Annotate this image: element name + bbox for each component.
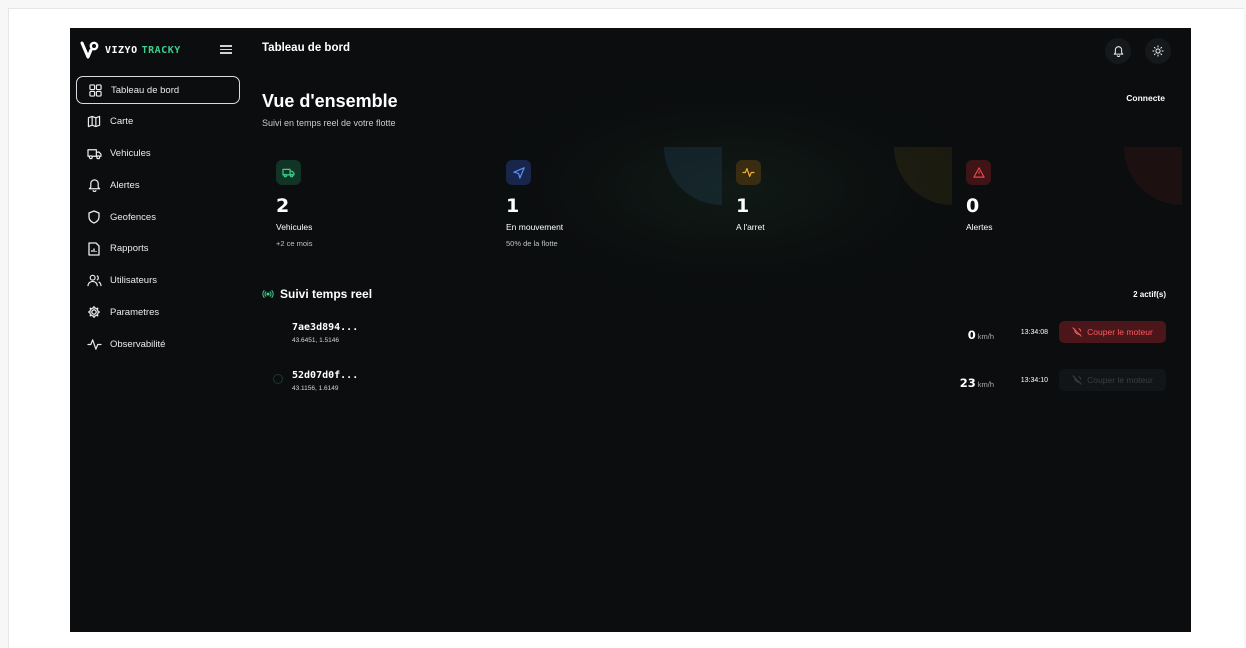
stat-value: 1 (506, 195, 520, 217)
stat-value: 0 (966, 195, 980, 217)
activity-icon (86, 336, 102, 352)
sidebar-item-label: Tableau de bord (111, 84, 180, 96)
stat-value: 1 (736, 195, 750, 217)
brand-accent: TRACKY (141, 44, 181, 56)
sidebar-item-tableau-de-bord[interactable]: Tableau de bord (76, 76, 240, 104)
activity-icon (736, 160, 761, 185)
page-title: Vue d'ensemble (262, 91, 398, 111)
sidebar-item-label: Carte (110, 116, 134, 128)
bell-icon (1113, 45, 1124, 57)
vehicle-row[interactable]: 52d07d0f... 43.1156, 1.6149 23 km/h 13:34… (266, 369, 1166, 405)
card-decoration (434, 147, 492, 205)
sidebar-item-label: Vehicules (110, 148, 151, 159)
connection-status: Connecte (1126, 93, 1165, 103)
stat-card-en-mouvement: 1 En mouvement 50% de la flotte (492, 147, 722, 257)
alert-triangle-icon (966, 160, 991, 185)
sidebar-nav: Tableau de bord Carte Vehicules Alertes (76, 76, 240, 362)
sidebar-item-label: Observabilité (110, 338, 166, 350)
speed-unit: km/h (977, 380, 994, 389)
report-icon (86, 241, 102, 257)
vehicle-coords: 43.6451, 1.5146 (292, 337, 339, 344)
sidebar: VIZYO TRACKY Tableau de bord Carte Vehic… (70, 28, 248, 632)
shield-icon (86, 209, 102, 225)
brand-logo[interactable]: VIZYO TRACKY (80, 38, 181, 62)
card-decoration (1124, 147, 1182, 205)
sidebar-item-observabilite[interactable]: Observabilité (76, 330, 240, 358)
tracking-section-title: Suivi temps reel (262, 287, 372, 301)
bell-icon (86, 177, 102, 193)
sidebar-item-geofences[interactable]: Geofences (76, 203, 240, 231)
logo-icon (80, 40, 100, 60)
sidebar-item-parametres[interactable]: Parametres (76, 298, 240, 326)
vehicle-row[interactable]: 7ae3d894... 43.6451, 1.5146 0 km/h 13:34:… (266, 321, 1166, 357)
cut-engine-button[interactable]: Couper le moteur (1059, 321, 1166, 343)
menu-toggle-icon[interactable] (220, 43, 232, 55)
engine-off-icon (1072, 327, 1082, 337)
vehicle-id: 7ae3d894... (292, 322, 359, 333)
vehicle-speed: 23 km/h (960, 374, 994, 392)
cut-engine-label: Couper le moteur (1087, 327, 1153, 337)
stat-sub: +2 ce mois (276, 239, 313, 248)
dashboard-icon (87, 82, 103, 98)
truck-icon (86, 146, 102, 162)
navigation-icon (506, 160, 531, 185)
vehicle-time: 13:34:10 (1020, 377, 1048, 384)
truck-icon (276, 160, 301, 185)
radio-signal-icon (262, 289, 274, 299)
card-decoration (664, 147, 722, 205)
vehicle-coords: 43.1156, 1.6149 (292, 385, 339, 392)
sidebar-item-rapports[interactable]: Rapports (76, 235, 240, 263)
vehicle-id: 52d07d0f... (292, 370, 359, 381)
gear-icon (86, 304, 102, 320)
speed-value: 23 (959, 376, 976, 390)
stat-card-a-larret: 1 A l'arret (722, 147, 952, 257)
sidebar-item-vehicules[interactable]: Vehicules (76, 140, 240, 168)
stat-label: Vehicules (276, 222, 313, 232)
speed-value: 0 (967, 328, 976, 342)
stat-value: 2 (276, 195, 290, 217)
stat-card-alertes: 0 Alertes (952, 147, 1182, 257)
active-count: 2 actif(s) (1133, 290, 1166, 299)
sidebar-item-carte[interactable]: Carte (76, 108, 240, 136)
sun-icon (1152, 45, 1164, 57)
stat-label: En mouvement (506, 222, 564, 232)
map-icon (86, 114, 102, 130)
section-title-text: Suivi temps reel (280, 287, 373, 301)
users-icon (86, 273, 102, 289)
sidebar-item-utilisateurs[interactable]: Utilisateurs (76, 267, 240, 295)
stat-label: A l'arret (736, 222, 765, 232)
app-window: VIZYO TRACKY Tableau de bord Carte Vehic… (70, 28, 1191, 632)
stat-label: Alertes (966, 222, 993, 232)
cut-engine-button[interactable]: Couper le moteur (1059, 369, 1166, 391)
cut-engine-label: Couper le moteur (1087, 375, 1153, 385)
sidebar-item-label: Rapports (110, 243, 149, 255)
vehicle-status-dot (274, 329, 284, 339)
vehicle-time: 13:34:08 (1020, 329, 1048, 336)
theme-toggle-button[interactable] (1145, 38, 1171, 64)
engine-off-icon (1072, 375, 1082, 385)
stat-sub: 50% de la flotte (506, 239, 558, 248)
card-decoration (894, 147, 952, 205)
speed-unit: km/h (977, 332, 994, 341)
header-title: Tableau de bord (262, 42, 350, 54)
sidebar-item-label: Utilisateurs (110, 275, 157, 286)
sidebar-item-alertes[interactable]: Alertes (76, 171, 240, 199)
stat-card-vehicules: 2 Vehicules +2 ce mois (262, 147, 492, 257)
vehicle-status-dot (273, 374, 283, 384)
notifications-button[interactable] (1105, 38, 1131, 64)
brand-name: VIZYO (105, 44, 138, 56)
page-subtitle: Suivi en temps reel de votre flotte (262, 118, 396, 128)
vehicle-speed: 0 km/h (968, 326, 994, 344)
sidebar-item-label: Alertes (110, 179, 140, 191)
sidebar-item-label: Geofences (110, 211, 156, 223)
sidebar-item-label: Parametres (110, 306, 160, 318)
